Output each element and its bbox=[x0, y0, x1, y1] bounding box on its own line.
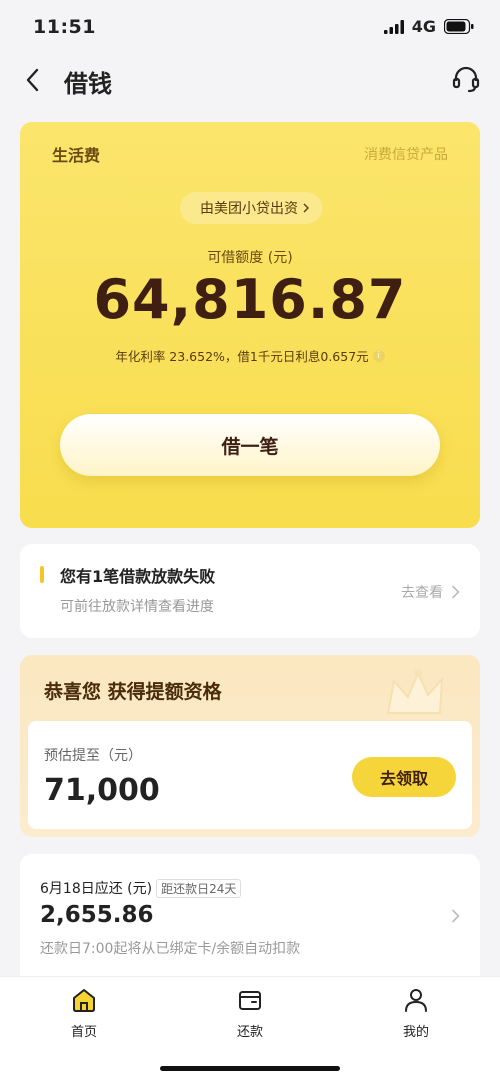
repayment-note: 还款日7:00起将从已绑定卡/余额自动扣款 bbox=[40, 941, 301, 957]
repayment-due: 6月18日应还 (元) 距还款日24天 bbox=[40, 878, 242, 898]
tab-repayment[interactable]: 还款 bbox=[200, 987, 300, 1040]
home-indicator bbox=[160, 1066, 340, 1071]
countdown-badge: 距还款日24天 bbox=[156, 878, 242, 898]
loan-failure-notice[interactable]: 您有1笔借款放款失败 可前往放款详情查看进度 去查看 bbox=[20, 544, 480, 638]
product-tag: 消费信贷产品 bbox=[364, 147, 448, 163]
chevron-right-icon bbox=[451, 585, 460, 599]
notice-subtitle: 可前往放款详情查看进度 bbox=[60, 599, 214, 615]
claim-button[interactable]: 去领取 bbox=[352, 757, 456, 797]
tab-mine-label: 我的 bbox=[402, 1025, 429, 1040]
repayment-amount: 2,655.86 bbox=[40, 902, 154, 928]
view-details-label: 去查看 bbox=[401, 585, 443, 601]
headset-icon bbox=[452, 66, 480, 93]
lender-text: 由美团小贷出资 bbox=[200, 201, 298, 217]
lender-link[interactable]: 由美团小贷出资 bbox=[180, 192, 322, 224]
rate-info: 年化利率 23.652%，借1千元日利息0.657元 i bbox=[20, 346, 480, 365]
quota-amount: 64,816.87 bbox=[93, 268, 407, 331]
due-label: 6月18日应还 (元) bbox=[40, 881, 153, 897]
promo-title: 恭喜您 获得提额资格 bbox=[44, 681, 222, 703]
customer-service-button[interactable] bbox=[450, 64, 482, 96]
page-title: 借钱 bbox=[64, 70, 112, 98]
battery-icon bbox=[444, 19, 474, 34]
signal-icon bbox=[383, 19, 404, 34]
status-time: 11:51 bbox=[33, 16, 96, 38]
notice-title: 您有1笔借款放款失败 bbox=[60, 567, 216, 586]
product-label: 生活费 bbox=[52, 146, 101, 165]
tab-home[interactable]: 首页 bbox=[34, 987, 134, 1040]
notice-accent-bar bbox=[40, 566, 44, 583]
tab-home-label: 首页 bbox=[70, 1025, 97, 1040]
chevron-right-icon bbox=[451, 909, 460, 923]
view-details-link[interactable]: 去查看 bbox=[401, 582, 460, 602]
rate-text: 年化利率 23.652%，借1千元日利息0.657元 bbox=[115, 349, 369, 364]
wallet-icon bbox=[239, 991, 261, 1010]
tab-mine[interactable]: 我的 bbox=[366, 987, 466, 1040]
info-icon[interactable]: i bbox=[372, 349, 385, 362]
home-icon bbox=[73, 989, 95, 1012]
status-indicators: 4G bbox=[383, 17, 474, 36]
estimate-label: 预估提至（元） bbox=[44, 748, 142, 764]
loan-quota-card: 生活费 消费信贷产品 由美团小贷出资 可借额度 (元) 64,816.87 年化… bbox=[20, 122, 480, 528]
chevron-left-icon bbox=[26, 68, 39, 92]
repayment-card[interactable]: 6月18日应还 (元) 距还款日24天 2,655.86 还款日7:00起将从已… bbox=[20, 854, 480, 994]
network-label: 4G bbox=[411, 17, 436, 36]
tab-repayment-label: 还款 bbox=[236, 1025, 263, 1040]
chevron-right-icon bbox=[303, 203, 309, 213]
limit-increase-card: 恭喜您 获得提额资格 预估提至（元） 71,000 去领取 bbox=[20, 655, 480, 837]
quota-label: 可借额度 (元) bbox=[207, 250, 293, 266]
borrow-button[interactable]: 借一笔 bbox=[60, 414, 440, 476]
user-icon bbox=[405, 989, 427, 1012]
promo-estimate-panel: 预估提至（元） 71,000 去领取 bbox=[28, 721, 472, 829]
back-button[interactable] bbox=[20, 66, 48, 94]
estimate-amount: 71,000 bbox=[44, 773, 160, 808]
